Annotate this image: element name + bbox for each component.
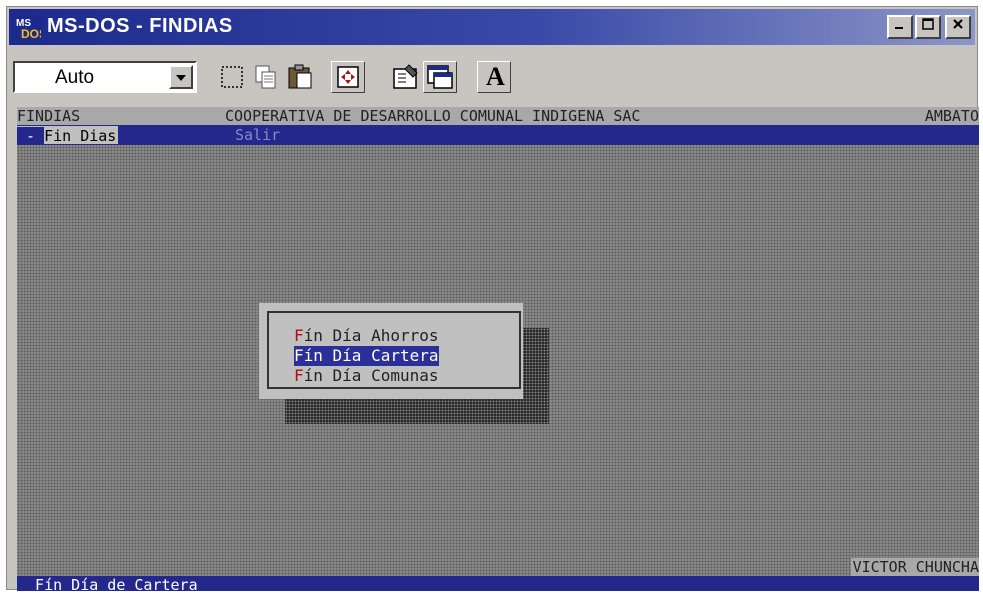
msdos-icon: MS DOS xyxy=(15,15,41,39)
fullscreen-button[interactable] xyxy=(331,61,365,93)
close-icon xyxy=(953,19,963,29)
background-icon xyxy=(427,65,453,89)
properties-icon xyxy=(393,64,418,89)
menu-item-salir[interactable]: Salir xyxy=(235,125,280,145)
option-label: ín Día Cartera xyxy=(303,346,439,365)
hotkey-letter: F xyxy=(294,346,304,365)
msdos-window: MS DOS MS-DOS - FINDIAS Auto xyxy=(6,6,979,591)
hotkey-letter: F xyxy=(294,326,304,345)
copy-button[interactable] xyxy=(249,61,283,93)
font-icon: A xyxy=(486,62,505,91)
maximize-icon xyxy=(922,18,934,30)
minimize-icon xyxy=(895,27,903,29)
menu-item-fin-dias[interactable]: - Fin Dias xyxy=(17,126,119,145)
menu-option-comunas[interactable]: Fín Día Comunas xyxy=(294,366,439,386)
option-label: ín Día Ahorros xyxy=(303,326,439,345)
dos-screen[interactable]: FINDIAS COOPERATIVA DE DESARROLLO COMUNA… xyxy=(17,107,979,591)
mark-icon xyxy=(221,66,243,88)
menu-prefix: - xyxy=(17,127,45,145)
dos-header: FINDIAS COOPERATIVA DE DESARROLLO COMUNA… xyxy=(17,107,979,125)
dos-menu-bar: - Fin Dias Salir xyxy=(17,125,979,145)
copy-icon xyxy=(255,65,276,89)
user-name: VICTOR CHUNCHA xyxy=(850,558,979,576)
paste-icon xyxy=(288,64,312,89)
status-line: Fín Día de Cartera xyxy=(17,576,979,591)
window-title: MS-DOS - FINDIAS xyxy=(47,15,233,37)
title-bar[interactable]: MS DOS MS-DOS - FINDIAS xyxy=(9,9,975,45)
option-label: ín Día Comunas xyxy=(303,366,439,385)
properties-button[interactable] xyxy=(389,61,423,93)
font-size-value: Auto xyxy=(55,67,95,88)
dropdown-arrow-icon[interactable] xyxy=(169,65,193,89)
institution-name: COOPERATIVA DE DESARROLLO COMUNAL INDIGE… xyxy=(225,107,641,125)
background-button[interactable] xyxy=(423,61,457,93)
paste-button[interactable] xyxy=(283,61,317,93)
branch-name: AMBATO xyxy=(924,107,979,125)
fin-dia-popup-menu: Fín Día Ahorros Fín Día Cartera Fín Día … xyxy=(259,303,523,399)
minimize-button[interactable] xyxy=(887,15,913,39)
mark-button[interactable] xyxy=(215,61,249,93)
fullscreen-icon xyxy=(337,66,359,88)
maximize-button[interactable] xyxy=(915,15,941,39)
menu-option-cartera[interactable]: Fín Día Cartera xyxy=(294,346,439,366)
menu-option-ahorros[interactable]: Fín Día Ahorros xyxy=(294,326,439,346)
menu-item-fin-dias-label: Fin Dias xyxy=(44,127,117,145)
hotkey-letter: F xyxy=(294,366,304,385)
font-button[interactable]: A xyxy=(477,61,511,93)
toolbar: Auto A xyxy=(9,49,975,99)
font-size-select[interactable]: Auto xyxy=(13,61,197,93)
svg-text:DOS: DOS xyxy=(21,27,41,39)
close-button[interactable] xyxy=(945,15,971,39)
program-name: FINDIAS xyxy=(17,107,81,125)
